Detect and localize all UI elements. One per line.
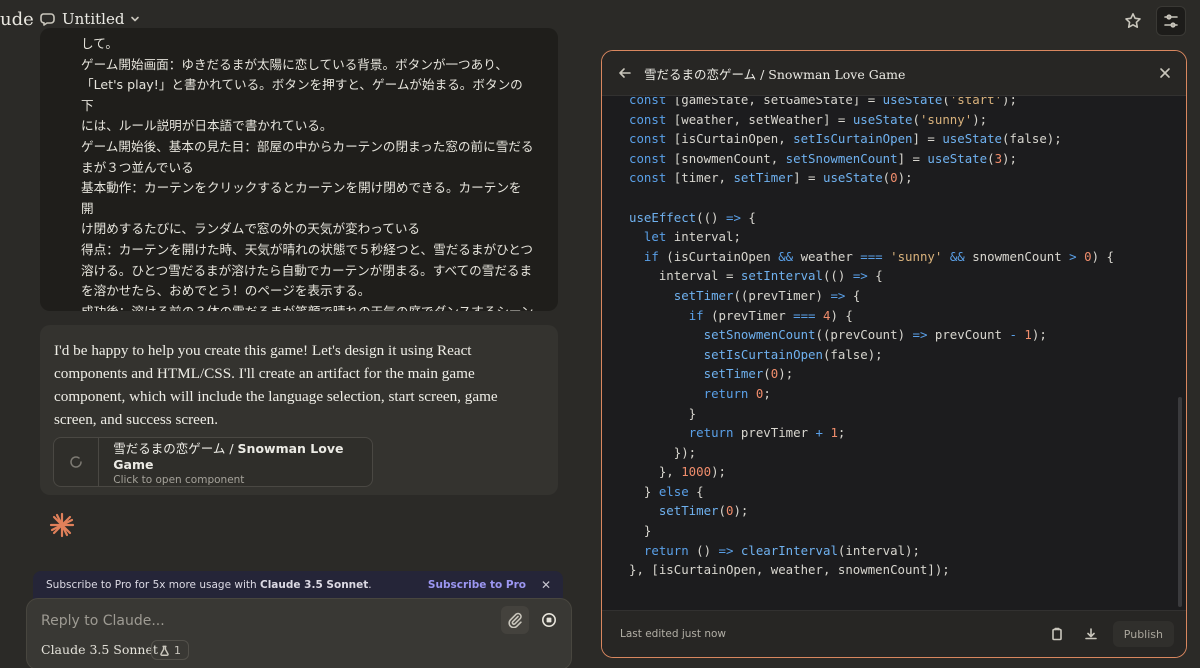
promo-close-icon[interactable]: ✕ [541,578,551,592]
code-line: return 0; [703,385,771,401]
loading-spinner-icon [70,456,82,468]
code-line: const [gameState, setGameState] = useSta… [629,97,1017,107]
user-message-line: 成功後：溶ける前の３体の雪だるまが笑顔で晴れの天気の庭でダンスするシーン [81,302,534,311]
chat-title-dropdown[interactable]: Untitled [40,10,140,28]
stop-icon [542,613,556,627]
code-line: } [629,405,697,421]
artifact-panel-footer: Last edited just now Publish [602,610,1186,657]
artifact-card-subtitle: Click to open component [113,474,245,486]
code-line: }); [629,444,697,460]
promo-prefix: Subscribe to Pro for 5x more usage with [46,579,257,591]
artifact-close-button[interactable] [1158,65,1172,84]
code-line: interval = setInterval(() => { [629,268,883,284]
arrow-left-icon [619,68,631,78]
reply-input[interactable]: Reply to Claude... [41,613,165,629]
user-message-line: 基本動作：カーテンをクリックするとカーテンを開け閉めできる。カーテンを開 [81,180,522,216]
sliders-icon [1164,14,1178,28]
code-line: return prevTimer + 1; [688,425,846,441]
copy-button[interactable] [1045,622,1069,646]
download-button[interactable] [1079,622,1103,646]
code-line: const [weather, setWeather] = useState('… [629,111,988,127]
user-message-line: 「Let's play!」と書かれている。ボタンを押すと、ゲームが始まる。ボタン… [81,77,523,113]
code-line: setTimer((prevTimer) => { [673,287,861,303]
code-line: }, 1000); [629,464,726,480]
download-icon [1084,628,1097,640]
code-line: if (isCurtainOpen && weather === 'sunny'… [643,248,1114,264]
promo-model: Claude 3.5 Sonnet [260,579,369,591]
code-line: useEffect(() => { [629,209,756,225]
settings-sliders-button[interactable] [1156,6,1186,36]
stop-generation-button[interactable] [535,606,563,634]
star-icon [1125,13,1141,28]
chevron-down-icon [131,16,140,22]
artifact-panel: 雪だるまの恋ゲーム / Snowman Love Game const [gam… [601,50,1187,658]
code-view[interactable]: const [gameState, setGameState] = useSta… [602,97,1186,612]
user-message-line: 得点：カーテンを開けた時、天気が晴れの状態で５秒経つと、雪だるまがひとつ [81,241,533,257]
code-line: let interval; [643,229,741,245]
artifact-panel-header: 雪だるまの恋ゲーム / Snowman Love Game [602,51,1186,96]
user-message-line: 溶ける。ひとつ雪だるまが溶けたら自動でカーテンが閉まる。すべての雪だるま [81,262,533,278]
chat-title: Untitled [62,10,125,28]
user-message-line: け閉めするたびに、ランダムで窓の外の天気が変わっている [81,221,421,237]
code-line: return () => clearInterval(interval); [643,542,920,558]
artifact-card-title-jp: 雪だるまの恋ゲーム / [113,441,234,456]
brand-logo-text[interactable]: ude [0,9,34,30]
claude-spark-icon [49,512,75,538]
back-button[interactable] [618,66,632,80]
code-line: setTimer(0); [658,503,749,519]
close-icon [1160,68,1170,78]
assistant-text: I'd be happy to help you create this gam… [54,342,498,428]
code-scrollbar[interactable] [1178,397,1182,607]
artifact-panel-title: 雪だるまの恋ゲーム / Snowman Love Game [644,66,906,82]
assistant-message: I'd be happy to help you create this gam… [40,325,558,495]
code-line: } else { [629,483,704,499]
user-message-line: ゲーム開始画面：ゆきだるまが太陽に恋している背景。ボタンが一つあり、 [81,56,508,72]
promo-suffix: . [368,579,372,591]
subscribe-pro-link[interactable]: Subscribe to Pro [428,579,526,591]
code-line: setSnowmenCount((prevCount) => prevCount… [703,327,1047,343]
clipboard-icon [1051,627,1062,641]
user-message: して。ゲーム開始画面：ゆきだるまが太陽に恋している背景。ボタンが一つあり、「Le… [40,28,558,311]
artifact-card[interactable]: 雪だるまの恋ゲーム / Snowman Love Game Click to o… [53,437,373,487]
user-message-line: まが３つ並んでいる [81,159,194,175]
paperclip-icon [508,612,522,628]
user-message-line: ゲーム開始後、基本の見た目：部屋の中からカーテンの閉まった窓の前に雪だる [81,138,534,154]
user-message-line: には、ルール説明が日本語で書かれている。 [81,118,333,134]
attach-button[interactable] [501,606,529,634]
user-message-line: を溶かせたら、おめでとう！のページを表示する。 [81,283,371,299]
code-line: setIsCurtainOpen(false); [703,346,883,362]
badge-count: 1 [174,643,181,657]
code-line: const [snowmenCount, setSnowmenCount] = … [629,150,1017,166]
user-message-line: して。 [81,36,119,51]
artifact-thumb [54,438,100,486]
code-line: setTimer(0); [703,366,794,382]
publish-button[interactable]: Publish [1112,621,1174,647]
model-selector[interactable]: Claude 3.5 Sonnet [41,642,158,657]
chat-bubble-icon [40,13,55,26]
pro-promo-banner: Subscribe to Pro for 5x more usage with … [33,571,563,599]
star-button[interactable] [1118,6,1148,36]
last-edited-status: Last edited just now [620,628,726,640]
code-line: const [timer, setTimer] = useState(0); [629,170,913,186]
flask-icon [160,645,169,656]
code-line: }, [isCurtainOpen, weather, snowmenCount… [629,562,950,578]
reply-composer: Reply to Claude... Claude 3.5 Sonnet 1 [26,598,572,668]
style-badge[interactable]: 1 [151,640,189,660]
code-line: } [629,523,652,539]
code-line: const [isCurtainOpen, setIsCurtainOpen] … [629,131,1062,147]
code-line: if (prevTimer === 4) { [688,307,853,323]
